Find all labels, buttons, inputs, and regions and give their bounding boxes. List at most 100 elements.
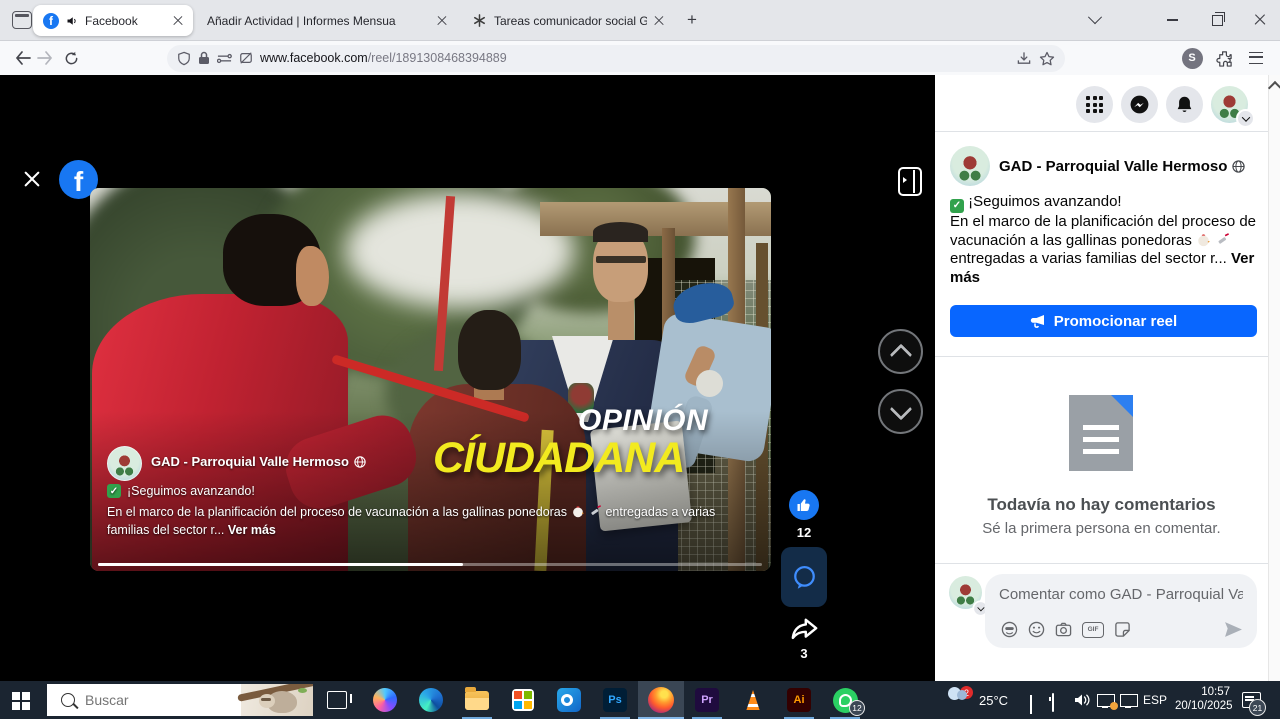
url-text[interactable]: www.facebook.com/reel/1891308468394889: [260, 51, 1009, 65]
reel-video[interactable]: OPINIÓN CÍUDADANA GAD - Parroquial Valle…: [90, 188, 771, 571]
tab-close-icon[interactable]: [654, 16, 664, 26]
new-tab-button[interactable]: +: [680, 8, 704, 32]
vlc-icon: [742, 690, 764, 710]
search-input[interactable]: [83, 691, 197, 709]
notification-center-button[interactable]: 21: [1242, 692, 1261, 708]
share-button[interactable]: [789, 615, 820, 649]
menu-hamburger-icon[interactable]: [1241, 41, 1271, 75]
gif-icon[interactable]: GIF: [1082, 622, 1104, 638]
see-more-link[interactable]: Ver más: [228, 523, 276, 537]
tab-facebook[interactable]: f Facebook: [33, 5, 193, 36]
syringe-icon: [1215, 233, 1230, 247]
permissions-icon[interactable]: [217, 52, 232, 65]
extensions-puzzle-icon[interactable]: [1209, 41, 1239, 75]
temperature-label[interactable]: 25°C: [979, 693, 1008, 708]
minimize-button[interactable]: [1153, 0, 1191, 40]
time-label: 10:57: [1175, 686, 1230, 700]
close-reel-icon[interactable]: [18, 165, 46, 193]
page-name-overlay[interactable]: GAD - Parroquial Valle Hermoso: [151, 454, 366, 469]
messenger-button[interactable]: [1121, 86, 1158, 123]
tab-audio-icon[interactable]: [66, 15, 78, 27]
apps-menu-button[interactable]: [1076, 86, 1113, 123]
file-explorer-button[interactable]: [454, 681, 500, 719]
save-page-icon[interactable]: [1016, 51, 1032, 66]
search-highlight-sloth-image[interactable]: [241, 684, 313, 716]
share-count: 3: [774, 646, 834, 661]
scroll-up-icon[interactable]: [1267, 81, 1280, 95]
language-indicator[interactable]: ESP: [1143, 693, 1167, 707]
cast-screen-icon[interactable]: [1097, 694, 1115, 707]
caption-body-overlay[interactable]: En el marco de la planificación del proc…: [107, 503, 755, 539]
url-bar[interactable]: www.facebook.com/reel/1891308468394889: [167, 45, 1065, 72]
outlook-icon: [557, 688, 581, 712]
previous-reel-button[interactable]: [878, 329, 923, 374]
photoshop-button[interactable]: Ps: [592, 681, 638, 719]
collapse-sidebar-icon[interactable]: [898, 167, 922, 196]
store-icon: [512, 689, 534, 711]
vlc-button[interactable]: [730, 681, 776, 719]
start-button[interactable]: [12, 692, 30, 710]
emoji-icon[interactable]: [1028, 621, 1045, 638]
comment-button[interactable]: [781, 547, 827, 607]
no-comments-subtitle: Sé la primera persona en comentar.: [935, 520, 1268, 537]
firefox-button[interactable]: [638, 681, 684, 719]
restore-button[interactable]: [1198, 0, 1236, 40]
tab-close-icon[interactable]: [437, 16, 447, 26]
network-icon[interactable]: [1120, 694, 1138, 707]
notifications-button[interactable]: [1166, 86, 1203, 123]
extension-s-button[interactable]: S: [1177, 41, 1207, 75]
whatsapp-button[interactable]: 12: [822, 681, 868, 719]
edge-icon: [419, 688, 443, 712]
firefox-view-icon[interactable]: [12, 11, 32, 29]
tab-informes[interactable]: Añadir Actividad | Informes Mensua: [197, 5, 457, 36]
store-button[interactable]: [500, 681, 546, 719]
volume-icon[interactable]: [1074, 693, 1091, 712]
list-tabs-button[interactable]: [1076, 0, 1114, 40]
premiere-button[interactable]: Pr: [684, 681, 730, 719]
send-icon[interactable]: [1224, 621, 1243, 638]
tab-title: Facebook: [85, 14, 166, 28]
clock[interactable]: 10:57 20/10/2025: [1175, 686, 1230, 713]
outlook-button[interactable]: [546, 681, 592, 719]
browser-toolbar: www.facebook.com/reel/1891308468394889 S: [0, 41, 1280, 76]
copilot-button[interactable]: [362, 681, 408, 719]
megaphone-icon: [1030, 314, 1046, 328]
premiere-icon: Pr: [695, 688, 719, 712]
page-scrollbar[interactable]: [1268, 75, 1280, 681]
search-icon: [61, 693, 75, 707]
post-caption: ✓ ¡Seguimos avanzando! En el marco de la…: [950, 193, 1256, 288]
blocked-autoplay-icon[interactable]: [239, 51, 253, 65]
page-avatar[interactable]: [107, 446, 142, 481]
shield-icon[interactable]: [177, 51, 191, 66]
camera-icon[interactable]: [1055, 621, 1072, 638]
phone-link-icon[interactable]: [1052, 694, 1054, 712]
account-chevron-icon[interactable]: [1236, 109, 1255, 128]
tab-tareas[interactable]: Tareas comunicador social GAD: [462, 5, 674, 36]
avatar-sticker-icon[interactable]: [1001, 621, 1018, 638]
bookmark-star-icon[interactable]: [1039, 51, 1055, 66]
overlay-title-line1: OPINIÓN: [578, 404, 708, 438]
no-comments-icon: [1069, 395, 1133, 471]
video-progress-bar[interactable]: [98, 563, 762, 567]
divider: [935, 131, 1268, 132]
next-reel-button[interactable]: [878, 389, 923, 434]
like-button[interactable]: [789, 490, 819, 520]
sticker-icon[interactable]: [1114, 621, 1131, 638]
bell-icon: [1175, 95, 1194, 115]
promote-reel-button[interactable]: Promocionar reel: [950, 305, 1257, 337]
page-avatar[interactable]: [950, 146, 990, 186]
taskbar-search[interactable]: [47, 684, 313, 716]
check-icon: ✓: [950, 199, 964, 213]
window-close-button[interactable]: [1241, 0, 1279, 40]
edge-button[interactable]: [408, 681, 454, 719]
firefox-icon: [648, 687, 674, 713]
illustrator-button[interactable]: Ai: [776, 681, 822, 719]
task-view-button[interactable]: [314, 681, 360, 719]
tab-close-icon[interactable]: [173, 16, 183, 26]
lock-icon[interactable]: [198, 51, 210, 65]
comment-placeholder[interactable]: Comentar como GAD - Parroquial Vall...: [999, 586, 1243, 603]
reload-button[interactable]: [56, 41, 86, 75]
page-name[interactable]: GAD - Parroquial Valle Hermoso: [999, 158, 1245, 175]
tray-expand-icon[interactable]: [1030, 697, 1032, 715]
comment-composer[interactable]: Comentar como GAD - Parroquial Vall... G…: [985, 574, 1257, 648]
